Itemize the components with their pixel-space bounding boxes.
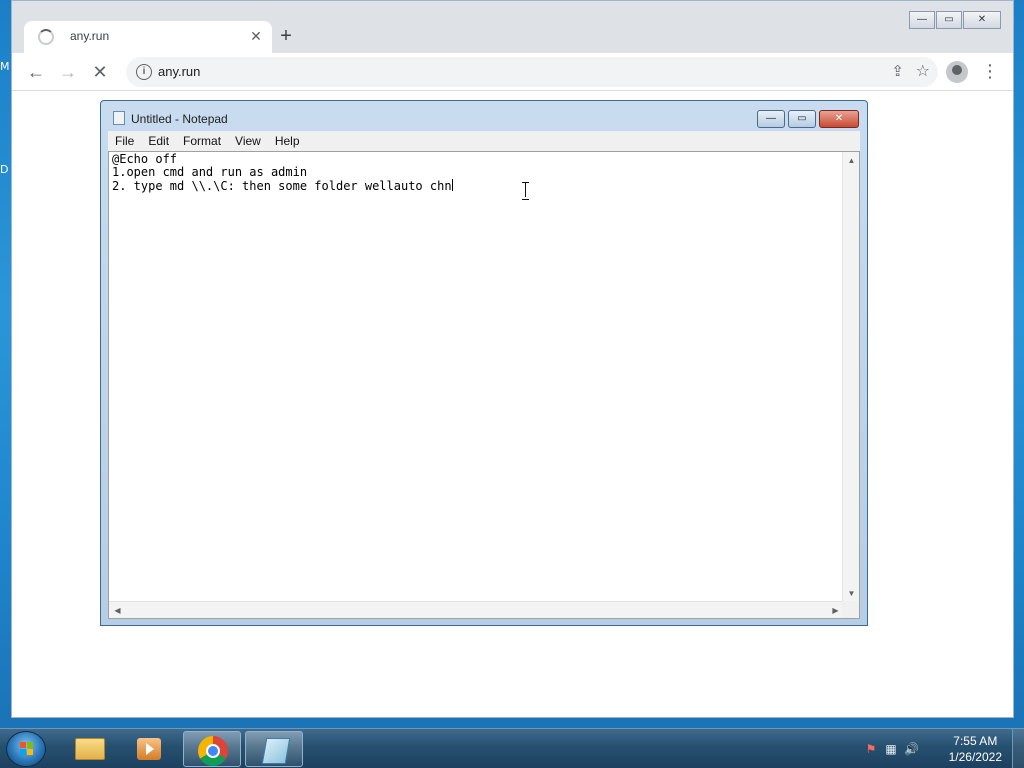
resize-grip-icon[interactable]	[842, 601, 859, 618]
scroll-down-icon[interactable]: ▼	[843, 585, 860, 602]
notepad-maximize-button[interactable]: ▭	[788, 110, 816, 128]
network-icon[interactable]: ▦	[884, 742, 898, 756]
horizontal-scrollbar[interactable]: ◀ ▶	[109, 601, 844, 618]
notepad-app-icon	[113, 111, 125, 125]
desktop-icon-label-fragment: M	[0, 60, 10, 73]
browser-minimize-button[interactable]: —	[909, 11, 935, 29]
vertical-scrollbar[interactable]: ▲ ▼	[842, 152, 859, 602]
tab-title: any.run	[70, 29, 110, 43]
browser-toolbar: ← → ✕ i any.run ⇪ ☆ ⋮	[12, 53, 1013, 91]
forward-button[interactable]: →	[55, 59, 81, 85]
folder-icon	[75, 738, 105, 760]
ibeam-cursor-icon	[522, 182, 530, 200]
notepad-document-text[interactable]: @Echo off 1.open cmd and run as admin 2. t…	[112, 153, 842, 193]
notepad-titlebar[interactable]: Untitled - Notepad — ▭ ✕	[101, 101, 867, 131]
menu-help[interactable]: Help	[268, 131, 307, 151]
notepad-close-button[interactable]: ✕	[819, 110, 859, 128]
text-line: 2. type md \\.\C: then some folder wella…	[112, 179, 452, 193]
start-button[interactable]	[6, 731, 46, 767]
profile-avatar-icon[interactable]	[946, 61, 968, 83]
media-player-icon	[137, 738, 161, 760]
desktop-icon-label-fragment: D	[0, 163, 9, 176]
notepad-window-controls: — ▭ ✕	[754, 110, 859, 128]
notepad-minimize-button[interactable]: —	[757, 110, 785, 128]
taskbar-explorer[interactable]	[60, 731, 118, 767]
address-bar-url[interactable]: any.run	[158, 64, 200, 79]
taskbar-media-player[interactable]	[120, 731, 178, 767]
browser-tab[interactable]: any.run ✕	[24, 21, 272, 53]
system-clock[interactable]: 7:55 AM 1/26/2022	[949, 733, 1002, 765]
new-tab-button[interactable]: +	[274, 25, 298, 49]
back-button[interactable]: ←	[23, 59, 49, 85]
browser-maximize-button[interactable]: ▭	[936, 11, 962, 29]
address-bar[interactable]: i any.run ⇪ ☆	[126, 57, 938, 87]
menu-edit[interactable]: Edit	[141, 131, 176, 151]
volume-icon[interactable]: 🔊	[904, 742, 919, 756]
menu-format[interactable]: Format	[176, 131, 228, 151]
menu-file[interactable]: File	[108, 131, 141, 151]
clock-time: 7:55 AM	[953, 734, 998, 748]
notepad-icon	[261, 738, 291, 764]
loading-spinner-icon	[38, 29, 54, 45]
tab-close-icon[interactable]: ✕	[246, 26, 266, 46]
action-center-flag-icon[interactable]: ⚑	[864, 742, 878, 756]
menu-view[interactable]: View	[228, 131, 268, 151]
system-tray: ⚑ ▦ 🔊 7:55 AM 1/26/2022	[854, 729, 1024, 768]
scroll-left-icon[interactable]: ◀	[109, 602, 126, 619]
notepad-text-area[interactable]: @Echo off 1.open cmd and run as admin 2. t…	[108, 151, 860, 619]
browser-window-controls: — ▭ ✕	[908, 11, 1001, 29]
scroll-up-icon[interactable]: ▲	[843, 152, 860, 169]
text-caret	[451, 179, 453, 191]
notepad-menubar: File Edit Format View Help	[108, 131, 860, 151]
share-icon[interactable]: ⇪	[891, 62, 904, 80]
windows-logo-icon	[20, 742, 34, 756]
browser-close-button[interactable]: ✕	[963, 11, 1001, 29]
text-line: 1.open cmd and run as admin	[112, 165, 308, 179]
stop-loading-button[interactable]: ✕	[87, 59, 113, 85]
notepad-window-title: Untitled - Notepad	[131, 112, 228, 126]
show-desktop-button[interactable]	[1012, 729, 1024, 768]
site-info-icon[interactable]: i	[136, 64, 152, 80]
taskbar-chrome[interactable]	[183, 731, 241, 767]
browser-menu-icon[interactable]: ⋮	[980, 59, 1000, 85]
text-line-with-caret: 2. type md \\.\C: then some folder wella…	[112, 179, 842, 193]
taskbar-notepad[interactable]	[245, 731, 303, 767]
bookmark-star-icon[interactable]: ☆	[916, 61, 930, 81]
chrome-icon	[198, 736, 228, 766]
taskbar: ⚑ ▦ 🔊 7:55 AM 1/26/2022	[0, 728, 1024, 768]
notepad-window: Untitled - Notepad — ▭ ✕ File Edit Forma…	[100, 100, 868, 626]
clock-date: 1/26/2022	[948, 750, 1002, 764]
tab-strip: any.run ✕ + — ▭ ✕	[12, 1, 1013, 53]
